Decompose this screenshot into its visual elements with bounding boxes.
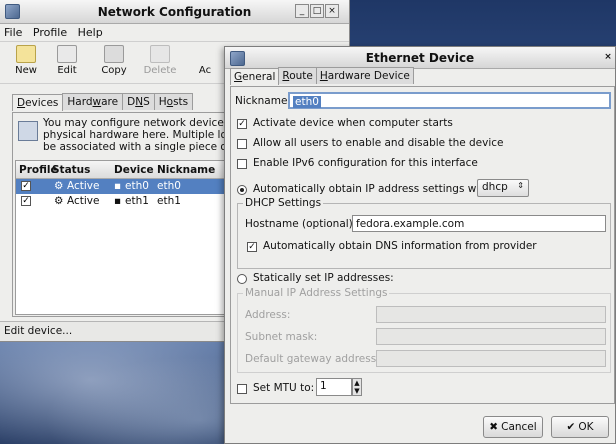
net-tabs: Devices Hardware DNS Hosts [12,93,194,112]
ok-button[interactable]: ✔ OK [551,416,609,438]
col-device[interactable]: Device [114,164,154,176]
col-nickname[interactable]: Nickname [157,164,215,176]
dialog-title-bar[interactable]: Ethernet Device × [225,47,615,69]
allow-users-label[interactable]: Allow all users to enable and disable th… [253,137,504,149]
auto-ip-radio[interactable] [237,185,247,195]
address-label: Address: [245,309,291,321]
general-pane: Nickname: eth0 ✓ Activate device when co… [230,86,615,404]
minimize-icon[interactable]: _ [295,4,309,18]
ok-icon: ✔ [566,421,576,433]
nickname-cell: eth0 [157,180,181,192]
delete-button[interactable]: Delete [140,45,180,76]
nickname-input[interactable]: eth0 [288,92,611,109]
edit-icon [57,45,77,63]
dhcp-settings-frame [237,203,611,269]
nickname-cell: eth1 [157,195,181,207]
dialog-tabs: General Route Hardware Device [230,67,414,87]
auto-ip-label[interactable]: Automatically obtain IP address settings… [253,183,494,195]
auto-dns-checkbox[interactable]: ✓ [247,242,257,252]
activate-button[interactable]: Ac [194,45,216,76]
cancel-button[interactable]: ✖ Cancel [483,416,543,438]
gateway-label: Default gateway address: [245,353,380,365]
copy-button[interactable]: Copy [94,45,134,76]
menu-file[interactable]: File [4,24,22,42]
profile-checkbox[interactable]: ✓ [21,181,31,191]
activate-label: Ac [198,65,212,76]
ipv6-checkbox[interactable] [237,159,247,169]
cancel-x-icon: ✖ [489,421,499,433]
status-icon: ⚙ [54,195,64,207]
cancel-label: Cancel [501,421,537,433]
mtu-checkbox[interactable] [237,384,247,394]
device-icon: ▪ [114,195,122,207]
col-status[interactable]: Status [52,164,90,176]
new-icon [16,45,36,63]
new-label: New [15,65,37,76]
close-icon[interactable]: × [601,51,615,65]
tab-route[interactable]: Route [278,67,317,84]
delete-icon [150,45,170,63]
static-ip-label[interactable]: Statically set IP addresses: [253,272,394,284]
edit-button[interactable]: Edit [47,45,87,76]
nickname-value: eth0 [293,96,321,108]
copy-label: Copy [101,65,127,76]
static-ip-radio[interactable] [237,274,247,284]
copy-icon [104,45,124,63]
title-bar[interactable]: Network Configuration _ □ × [0,0,349,24]
ipv6-label[interactable]: Enable IPv6 configuration for this inter… [253,157,478,169]
status-cell: Active [67,195,100,207]
subnet-label: Subnet mask: [245,331,318,343]
activate-checkbox[interactable]: ✓ [237,119,247,129]
auto-dns-label[interactable]: Automatically obtain DNS information fro… [263,240,537,252]
tab-devices[interactable]: Devices [12,94,64,111]
tab-hardware-device[interactable]: Hardware Device [315,67,414,84]
menu-profile[interactable]: Profile [33,24,67,42]
profile-checkbox[interactable]: ✓ [21,196,31,206]
ip-method-value: dhcp [482,181,508,193]
tab-hardware[interactable]: Hardware [62,93,124,110]
device-icon: ▪ [114,180,122,192]
status-icon: ⚙ [54,180,64,192]
tab-dns[interactable]: DNS [122,93,155,110]
device-cell: eth0 [125,180,149,192]
tab-hosts[interactable]: Hosts [153,93,194,110]
network-card-icon [18,121,38,141]
hostname-label: Hostname (optional): [245,218,357,230]
spin-arrows-icon[interactable]: ▲ ▼ [352,378,362,396]
nickname-label: Nickname: [235,95,291,107]
address-input[interactable] [376,306,606,323]
subnet-input[interactable] [376,328,606,345]
updown-arrow-icon: ⇕ [517,181,524,190]
delete-label: Delete [143,65,177,76]
mtu-label[interactable]: Set MTU to: [253,382,314,394]
ip-method-select[interactable]: dhcp ⇕ [477,179,529,197]
dhcp-settings-label: DHCP Settings [243,197,324,209]
tab-general[interactable]: General [230,68,280,85]
ok-label: OK [578,421,594,433]
menu-bar: File Profile Help [0,24,349,42]
maximize-icon[interactable]: □ [310,4,324,18]
gateway-input[interactable] [376,350,606,367]
allow-users-checkbox[interactable] [237,139,247,149]
dialog-title: Ethernet Device [365,51,475,65]
edit-label: Edit [57,65,77,76]
hostname-input[interactable]: fedora.example.com [352,215,606,232]
close-icon[interactable]: × [325,4,339,18]
activate-label[interactable]: Activate device when computer starts [253,117,453,129]
device-cell: eth1 [125,195,149,207]
status-cell: Active [67,180,100,192]
menu-help[interactable]: Help [78,24,103,42]
new-button[interactable]: New [6,45,46,76]
mtu-spinbox[interactable]: 1 [316,378,352,396]
manual-ip-label: Manual IP Address Settings [243,287,390,299]
ethernet-device-dialog: Ethernet Device × General Route Hardware D… [224,46,616,444]
